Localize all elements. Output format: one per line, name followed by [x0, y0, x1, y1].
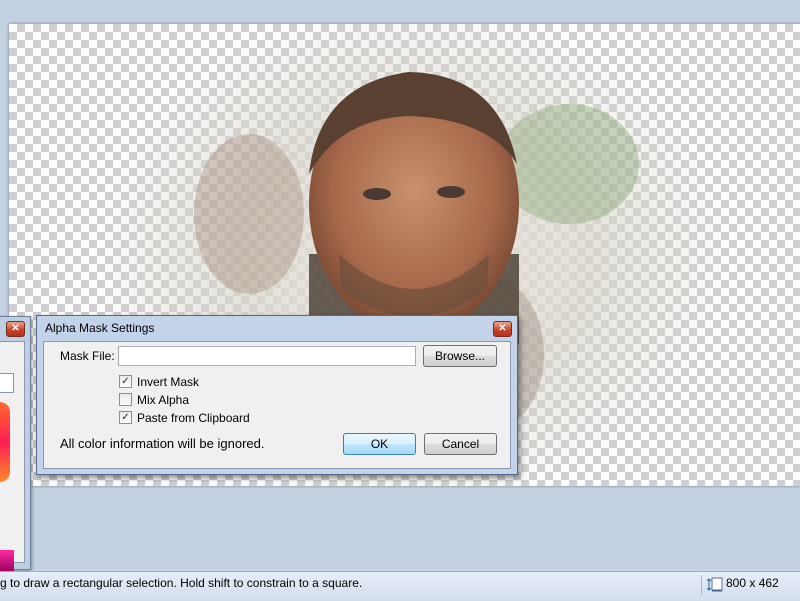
- mask-file-input[interactable]: [118, 346, 416, 366]
- image-size-text: 800 x 462: [726, 576, 779, 590]
- ok-button[interactable]: OK: [343, 433, 416, 455]
- dialog-titlebar[interactable]: Alpha Mask Settings ✕: [37, 316, 517, 338]
- info-text: All color information will be ignored.: [60, 436, 265, 451]
- browse-button[interactable]: Browse...: [423, 345, 497, 367]
- workspace: [0, 0, 800, 570]
- mask-file-label: Mask File:: [60, 349, 115, 363]
- paste-from-clipboard-checkbox[interactable]: ✓: [119, 411, 132, 424]
- status-bar: g to draw a rectangular selection. Hold …: [0, 571, 800, 601]
- image-size-icon: [707, 577, 723, 592]
- colors-panel: [0, 341, 25, 572]
- colors-close-icon[interactable]: ✕: [6, 321, 25, 337]
- invert-mask-checkbox[interactable]: ✓: [119, 375, 132, 388]
- mix-alpha-checkbox[interactable]: [119, 393, 132, 406]
- dialog-body: Mask File: Browse... ✓ Invert Mask Mix A…: [43, 341, 511, 469]
- dialog-close-icon[interactable]: ✕: [493, 321, 512, 337]
- invert-mask-label: Invert Mask: [137, 375, 200, 389]
- mix-alpha-label: Mix Alpha: [137, 393, 190, 407]
- dialog-title: Alpha Mask Settings: [45, 321, 155, 335]
- paste-from-clipboard-label: Paste from Clipboard: [137, 411, 250, 425]
- colors-dropdown[interactable]: [0, 373, 14, 393]
- status-divider: [701, 575, 702, 595]
- color-wheel[interactable]: [0, 402, 10, 482]
- alpha-mask-dialog: Alpha Mask Settings ✕ Mask File: Browse.…: [36, 315, 518, 475]
- cancel-button[interactable]: Cancel: [424, 433, 497, 455]
- status-hint: g to draw a rectangular selection. Hold …: [0, 576, 363, 590]
- color-swatch[interactable]: [0, 550, 14, 572]
- colors-window: ✕: [0, 316, 31, 572]
